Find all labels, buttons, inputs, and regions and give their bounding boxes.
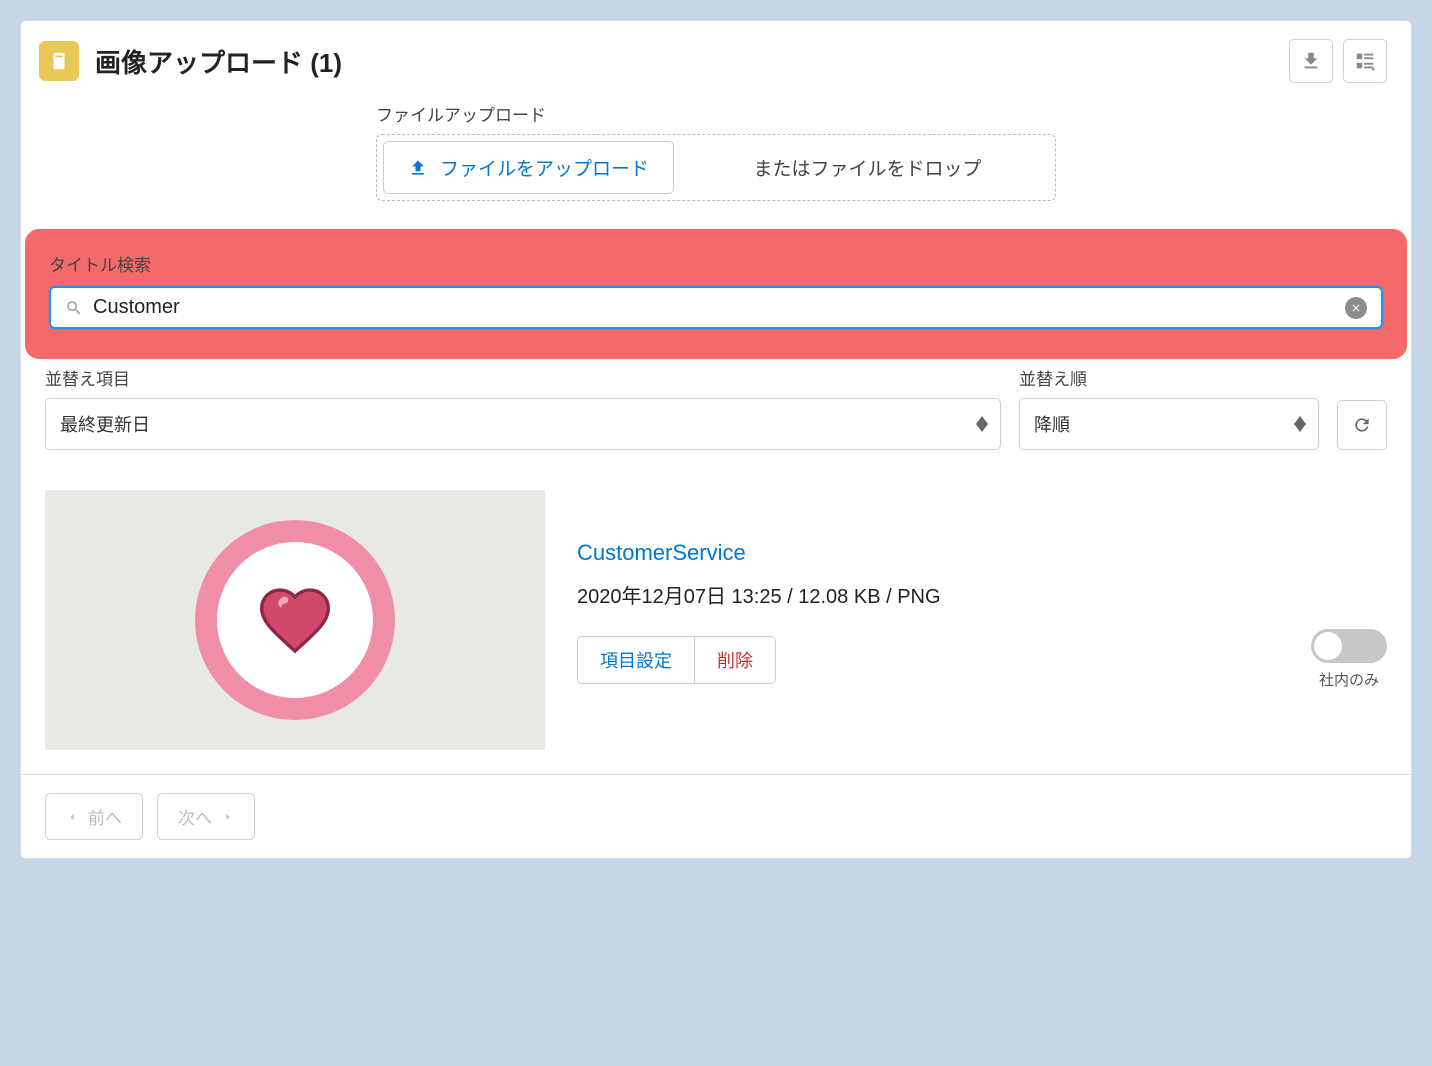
toggle-label: 社内のみ xyxy=(1319,669,1379,690)
result-item: CustomerService 2020年12月07日 13:25 / 12.0… xyxy=(45,490,1387,750)
title-search-input[interactable] xyxy=(93,296,1345,319)
chevron-left-icon xyxy=(66,811,78,823)
file-dropzone[interactable]: ファイルをアップロード またはファイルをドロップ xyxy=(376,134,1056,201)
download-icon xyxy=(1300,50,1322,72)
archive-icon xyxy=(39,41,79,81)
toggle-knob xyxy=(1314,632,1342,660)
result-title-link[interactable]: CustomerService xyxy=(577,540,1387,566)
close-icon xyxy=(1350,302,1362,314)
sort-row: 並替え項目 最終更新日 並替え順 降順 xyxy=(21,359,1411,450)
result-subtitle: 2020年12月07日 13:25 / 12.08 KB / PNG xyxy=(577,580,1387,609)
upload-section: ファイルアップロード ファイルをアップロード またはファイルをドロップ xyxy=(21,101,1411,229)
sort-field-col: 並替え項目 最終更新日 xyxy=(45,365,1001,450)
delete-button[interactable]: 削除 xyxy=(694,637,775,683)
result-button-group: 項目設定 削除 xyxy=(577,636,776,684)
prev-page-button[interactable]: 前へ xyxy=(45,793,143,840)
header-actions xyxy=(1289,39,1387,83)
item-settings-button[interactable]: 項目設定 xyxy=(578,637,694,683)
page-title: 画像アップロード (1) xyxy=(95,43,342,80)
sort-field-label: 並替え項目 xyxy=(45,365,1001,390)
chevron-right-icon xyxy=(222,811,234,823)
upload-button-label: ファイルをアップロード xyxy=(440,154,649,181)
upload-card: 画像アップロード (1) ファイルアップロード ファイルをアップロード またはフ… xyxy=(20,20,1412,859)
sort-field-select[interactable]: 最終更新日 xyxy=(45,398,1001,450)
search-highlight: タイトル検索 xyxy=(25,229,1407,359)
search-label: タイトル検索 xyxy=(49,251,1383,276)
search-field-wrap xyxy=(49,286,1383,329)
list-view-icon xyxy=(1354,50,1376,72)
results-list: CustomerService 2020年12月07日 13:25 / 12.0… xyxy=(21,450,1411,774)
card-header: 画像アップロード (1) xyxy=(21,21,1411,101)
download-button[interactable] xyxy=(1289,39,1333,83)
prev-label: 前へ xyxy=(88,804,122,829)
upload-section-label: ファイルアップロード xyxy=(376,101,1056,126)
clear-search-button[interactable] xyxy=(1345,297,1367,319)
select-arrows-icon xyxy=(1294,416,1306,432)
next-page-button[interactable]: 次へ xyxy=(157,793,255,840)
refresh-button[interactable] xyxy=(1337,400,1387,450)
select-arrows-icon xyxy=(976,416,988,432)
sort-field-value: 最終更新日 xyxy=(60,415,150,435)
sort-order-label: 並替え順 xyxy=(1019,365,1319,390)
upload-icon xyxy=(408,158,428,178)
search-icon xyxy=(65,299,83,317)
result-actions: 項目設定 削除 社内のみ xyxy=(577,629,1387,690)
upload-file-button[interactable]: ファイルをアップロード xyxy=(383,141,674,194)
pagination: 前へ 次へ xyxy=(21,774,1411,858)
result-meta: CustomerService 2020年12月07日 13:25 / 12.0… xyxy=(577,490,1387,690)
next-label: 次へ xyxy=(178,804,212,829)
drop-hint: またはファイルをドロップ xyxy=(680,154,1055,181)
result-thumbnail xyxy=(45,490,545,750)
visibility-toggle-col: 社内のみ xyxy=(1311,629,1387,690)
internal-only-toggle[interactable] xyxy=(1311,629,1387,663)
sort-order-col: 並替え順 降順 xyxy=(1019,365,1319,450)
refresh-icon xyxy=(1352,415,1372,435)
sort-order-value: 降順 xyxy=(1034,415,1070,435)
view-options-button[interactable] xyxy=(1343,39,1387,83)
heart-badge-icon xyxy=(195,520,395,720)
header-left: 画像アップロード (1) xyxy=(39,41,342,81)
sort-order-select[interactable]: 降順 xyxy=(1019,398,1319,450)
